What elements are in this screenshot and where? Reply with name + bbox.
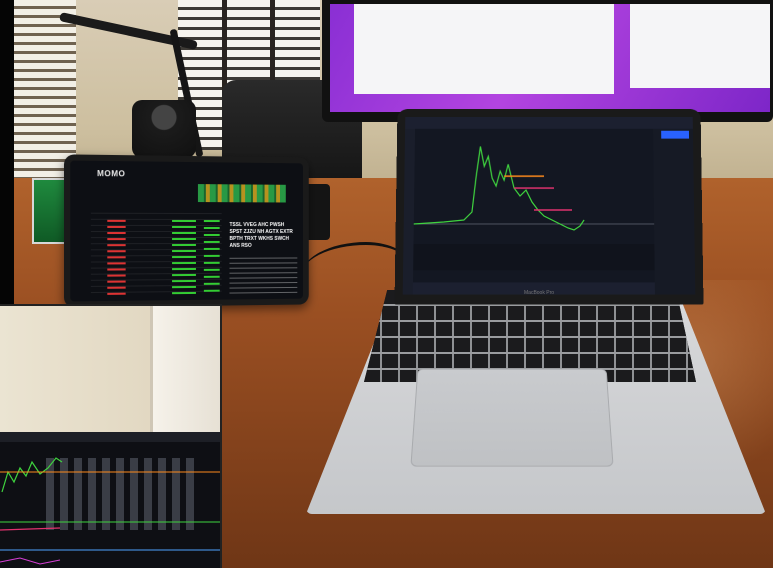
price-line	[414, 147, 584, 230]
tablet-red-column	[107, 219, 126, 295]
inset-chart	[0, 432, 220, 565]
tablet-screen: MOMO TSSL VVEG AHC PWSH SPST ZJZU NH AGT…	[70, 160, 304, 302]
laptop-trackpad	[410, 368, 614, 467]
trade-button	[661, 130, 690, 139]
camera-gimbal	[132, 100, 196, 158]
inset-wall	[0, 306, 150, 446]
tablet-green-column	[203, 220, 220, 294]
volume-pane	[413, 244, 655, 271]
tablet-green-column	[172, 219, 196, 295]
tablet-app-logo: MOMO	[97, 169, 126, 179]
laptop-brand: MacBook Pro	[524, 290, 555, 296]
photo-scene: MOMO TSSL VVEG AHC PWSH SPST ZJZU NH AGT…	[0, 0, 773, 568]
tablet-heatmap	[197, 184, 286, 203]
laptop-lid	[394, 109, 704, 305]
inset-purple-line	[0, 557, 61, 565]
monitor-window	[630, 4, 770, 88]
inset-volume-bars	[46, 458, 194, 530]
inset-chart-toolbar	[0, 432, 220, 442]
chart-toolbar	[405, 117, 693, 129]
external-monitor-screen	[330, 4, 770, 112]
inset-monitor	[0, 432, 220, 568]
tablet-news-body	[229, 257, 298, 294]
tablet-news-headline: TSSL VVEG AHC PWSH SPST ZJZU NH AGTX EXT…	[229, 222, 293, 249]
inset-photo	[0, 304, 222, 568]
tablet: MOMO TSSL VVEG AHC PWSH SPST ZJZU NH AGT…	[63, 154, 309, 308]
monitor-window	[354, 4, 614, 94]
inset-door	[150, 306, 220, 446]
chart-price-axis	[653, 128, 696, 295]
laptop-screen	[402, 117, 696, 295]
stock-chart	[402, 117, 696, 295]
